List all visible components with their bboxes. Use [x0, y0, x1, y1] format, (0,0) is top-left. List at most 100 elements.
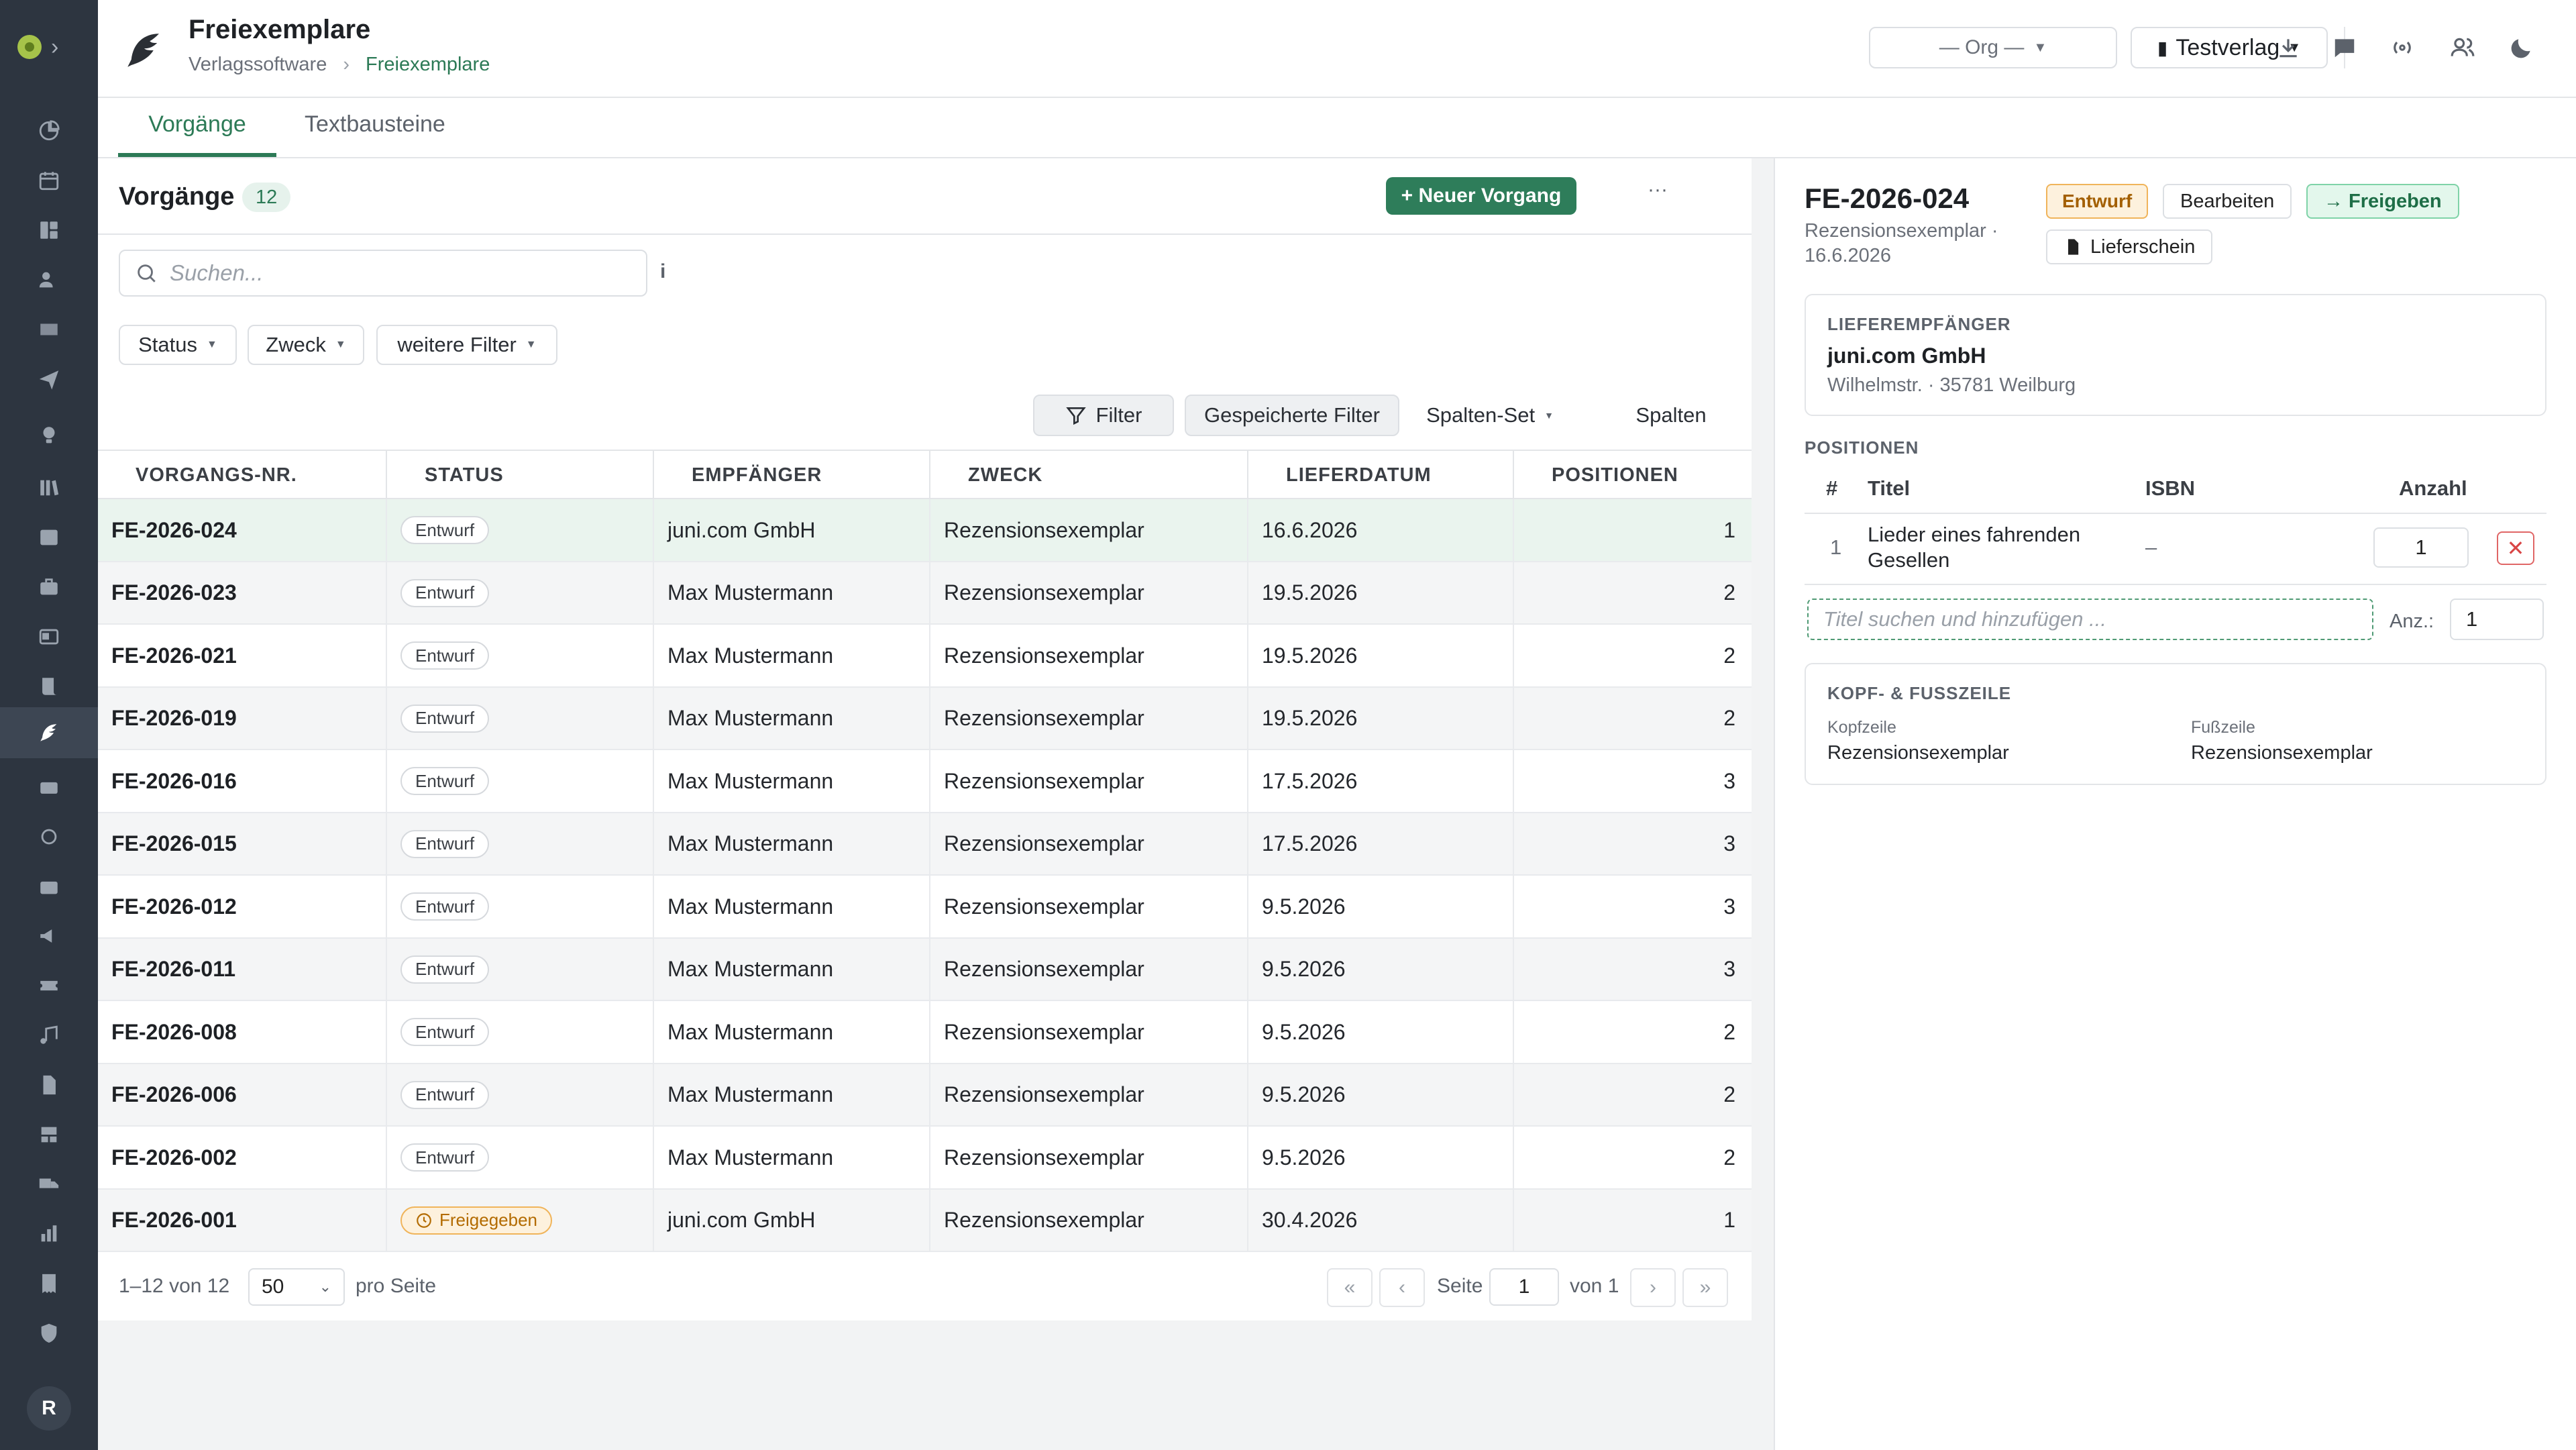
columns-button[interactable]: Spalten: [1621, 395, 1721, 436]
chat-icon[interactable]: [2329, 32, 2360, 63]
image-icon[interactable]: [35, 523, 63, 552]
saved-filters-button[interactable]: Gespeicherte Filter: [1185, 395, 1399, 436]
table-row[interactable]: FE-2026-016 Entwurf Max Mustermann Rezensio…: [98, 750, 1752, 813]
users-icon[interactable]: [2447, 32, 2478, 63]
send-icon[interactable]: [35, 365, 63, 393]
cell-zweck: Rezensionsexemplar: [929, 1001, 1247, 1063]
anz-input[interactable]: 1: [2450, 599, 2544, 640]
tab-textbausteine[interactable]: Textbausteine: [305, 111, 445, 157]
dashboard-icon[interactable]: [35, 117, 63, 145]
next-page-button[interactable]: ›: [1630, 1268, 1676, 1307]
release-button[interactable]: → Freigeben: [2306, 184, 2459, 219]
receipt-icon[interactable]: [35, 1270, 63, 1298]
page-input[interactable]: 1: [1489, 1268, 1559, 1306]
status-badge: Entwurf: [400, 1018, 490, 1046]
per-page-select[interactable]: 50 ⌄: [248, 1268, 345, 1306]
filter-chip-zweck[interactable]: Zweck ▼: [248, 325, 364, 365]
new-vorgang-button[interactable]: + Neuer Vorgang: [1386, 177, 1576, 215]
download-icon[interactable]: [2273, 32, 2304, 63]
table-row[interactable]: FE-2026-019 Entwurf Max Mustermann Rezensio…: [98, 687, 1752, 750]
chevron-right-icon[interactable]: ›: [51, 34, 58, 60]
lightbulb-icon[interactable]: [35, 421, 63, 450]
truck-icon[interactable]: [35, 1170, 63, 1198]
avatar[interactable]: R: [27, 1386, 71, 1431]
table-row[interactable]: FE-2026-012 Entwurf Max Mustermann Rezensio…: [98, 876, 1752, 939]
user-edit-icon[interactable]: [35, 266, 63, 294]
column-header-positionen[interactable]: POSITIONEN: [1513, 451, 1752, 499]
table-row[interactable]: FE-2026-006 Entwurf Max Mustermann Rezensio…: [98, 1064, 1752, 1127]
moon-icon[interactable]: [2506, 32, 2537, 63]
status-badge: Entwurf: [2046, 184, 2149, 219]
status-label: Entwurf: [415, 645, 475, 666]
recipient-card: LIEFEREMPFÄNGER juni.com GmbH Wilhelmstr…: [1805, 294, 2546, 416]
positions-header-title: Titel: [1868, 476, 1911, 500]
filter-chip-status[interactable]: Status ▼: [119, 325, 237, 365]
org-select[interactable]: — Org — ▼: [1869, 27, 2117, 68]
feather-icon: [122, 28, 166, 72]
table-row[interactable]: FE-2026-008 Entwurf Max Mustermann Rezensio…: [98, 1001, 1752, 1064]
table-row[interactable]: FE-2026-024 Entwurf juni.com GmbH Rezension…: [98, 499, 1752, 562]
positions-label: POSITIONEN: [1805, 437, 1919, 458]
delivery-note-button[interactable]: Lieferschein: [2046, 229, 2213, 264]
music-icon[interactable]: [35, 1021, 63, 1049]
warehouse-icon[interactable]: [35, 1121, 63, 1149]
inbox-icon[interactable]: [35, 315, 63, 344]
column-header-empfaenger[interactable]: EMPFÄNGER: [653, 451, 929, 499]
cell-status: Entwurf: [386, 687, 653, 749]
vorgaenge-table: VORGANGS-NR. STATUS EMPFÄNGER ZWECK LIEF…: [98, 450, 1752, 1252]
status-label: Entwurf: [415, 1084, 475, 1104]
calendar-icon[interactable]: [35, 166, 63, 195]
suitcase-icon[interactable]: [35, 872, 63, 900]
first-page-button[interactable]: «: [1327, 1268, 1373, 1307]
tab-vorgaenge[interactable]: Vorgänge: [118, 111, 276, 157]
position-qty-input[interactable]: 1: [2373, 527, 2469, 568]
column-header-lieferdatum[interactable]: LIEFERDATUM: [1247, 451, 1513, 499]
table-row[interactable]: FE-2026-021 Entwurf Max Mustermann Rezensio…: [98, 625, 1752, 688]
table-row[interactable]: FE-2026-011 Entwurf Max Mustermann Rezensio…: [98, 938, 1752, 1001]
shield-icon[interactable]: [35, 1319, 63, 1347]
last-page-button[interactable]: »: [1682, 1268, 1728, 1307]
layout-icon[interactable]: [35, 216, 63, 244]
info-icon[interactable]: i: [660, 260, 665, 283]
filter-button[interactable]: Filter: [1033, 395, 1174, 436]
table-row[interactable]: FE-2026-001 Freigegeben juni.com GmbH Rezen…: [98, 1189, 1752, 1252]
column-header-vorgangs-nr[interactable]: VORGANGS-NR.: [136, 451, 297, 499]
edit-button[interactable]: Bearbeiten: [2163, 184, 2292, 219]
id-card-icon[interactable]: [35, 623, 63, 651]
cell-lieferdatum: 17.5.2026: [1247, 750, 1513, 812]
table-row[interactable]: FE-2026-002 Entwurf Max Mustermann Rezensio…: [98, 1127, 1752, 1190]
bar-chart-icon[interactable]: [35, 1220, 63, 1248]
search-input[interactable]: [170, 260, 626, 286]
column-header-zweck[interactable]: ZWECK: [929, 451, 1247, 499]
tab-bar: Vorgänge Textbausteine: [98, 98, 2576, 158]
cell-zweck: Rezensionsexemplar: [929, 499, 1247, 561]
table-row[interactable]: FE-2026-015 Entwurf Max Mustermann Rezensio…: [98, 813, 1752, 876]
column-set-select[interactable]: Spalten-Set ▼: [1413, 395, 1567, 436]
scroll-icon[interactable]: [35, 672, 63, 701]
megaphone-icon[interactable]: [35, 922, 63, 950]
status-label: Entwurf: [415, 582, 475, 603]
breadcrumb-item-current[interactable]: Freiexemplare: [366, 54, 490, 76]
breadcrumb-item-verlagssoftware[interactable]: Verlagssoftware: [189, 54, 327, 76]
cell-lieferdatum: 9.5.2026: [1247, 876, 1513, 937]
anz-label: Anz.:: [2390, 611, 2434, 632]
briefcase-icon[interactable]: [35, 573, 63, 601]
add-title-input[interactable]: Titel suchen und hinzufügen ...: [1807, 599, 2373, 640]
cell-lieferdatum: 30.4.2026: [1247, 1189, 1513, 1251]
table-row[interactable]: FE-2026-023 Entwurf Max Mustermann Rezensio…: [98, 562, 1752, 625]
filter-chip-weitere[interactable]: weitere Filter ▼: [376, 325, 557, 365]
status-badge: Entwurf: [400, 704, 490, 733]
ticket-icon[interactable]: [35, 972, 63, 1000]
filter-chip-label: Status: [138, 333, 198, 356]
library-icon[interactable]: [35, 474, 63, 502]
prev-page-button[interactable]: ‹: [1379, 1268, 1425, 1307]
remove-position-icon[interactable]: ✕: [2497, 531, 2534, 565]
app-logo-icon[interactable]: [17, 35, 42, 59]
feather-icon[interactable]: [0, 707, 98, 758]
column-header-status[interactable]: STATUS: [386, 451, 653, 499]
more-options-button[interactable]: ···: [1648, 178, 1668, 201]
broadcast-icon[interactable]: [2387, 32, 2418, 63]
file-icon[interactable]: [35, 1071, 63, 1099]
circle-icon[interactable]: [35, 823, 63, 851]
wallet-icon[interactable]: [35, 773, 63, 801]
